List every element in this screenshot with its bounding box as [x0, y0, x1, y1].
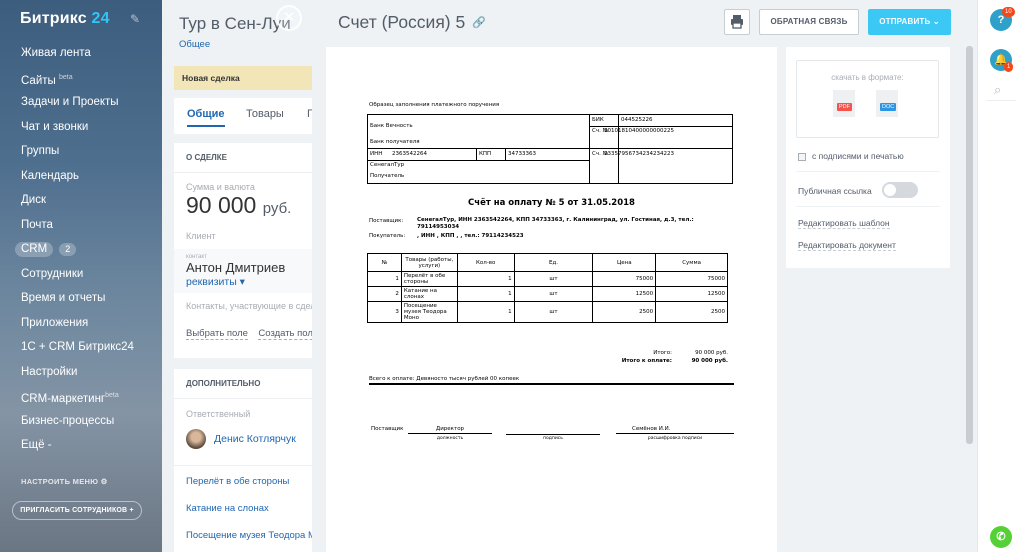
invoice-slider: Счет (Россия) 5 🔗 ОБРАТНАЯ СВЯЗЬ ОТПРАВИ… [312, 0, 977, 552]
document-options: скачать в формате: PDF DOC с подписями и… [786, 47, 950, 268]
bank-details-table: Банк Вечность Банк получателя БИК 044525… [367, 114, 733, 184]
notification-badge: 1 [1004, 62, 1014, 72]
print-button[interactable] [724, 9, 750, 35]
deal-stage[interactable]: Новая сделка [174, 66, 322, 90]
sidebar-item-mail[interactable]: Почта [0, 213, 162, 238]
requisites-link[interactable]: реквизиты ▾ [186, 276, 322, 288]
send-button[interactable]: ОТПРАВИТЬ ⌄ [868, 9, 951, 35]
sidebar-item-disk[interactable]: Диск [0, 188, 162, 213]
crm-count-badge: 2 [59, 243, 77, 256]
divider [369, 383, 734, 385]
sidebar-item-crm-marketing[interactable]: CRM-маркетингbeta [0, 384, 162, 409]
amount-in-words: Всего к оплате: Девяносто тысяч рублей 0… [369, 376, 520, 382]
pdf-download-icon[interactable]: PDF [833, 90, 855, 117]
pencil-icon[interactable]: ✎ [130, 12, 140, 26]
doc-download-icon[interactable]: DOC [876, 90, 898, 117]
product-link-1[interactable]: Перелёт в обе стороны [174, 466, 322, 487]
product-link-3[interactable]: Посещение музея Теодора М [174, 514, 322, 541]
table-row: 1 Перелёт в обе стороны 1 шт 75000 75000 [367, 271, 728, 287]
sidebar-item-settings[interactable]: Настройки [0, 360, 162, 385]
signer-name: Семёнов И.И. [616, 426, 734, 434]
chevron-down-icon: ⌄ [932, 17, 940, 26]
sidebar-menu: Живая лента Сайты beta Задачи и Проекты … [0, 41, 162, 458]
document-title: Счет (Россия) 5 [338, 12, 466, 32]
signatures-checkbox-row[interactable]: с подписями и печатью [798, 151, 904, 161]
sidebar-item-feed[interactable]: Живая лента [0, 41, 162, 66]
sidebar-item-apps[interactable]: Приложения [0, 311, 162, 336]
invite-employees-button[interactable]: ПРИГЛАСИТЬ СОТРУДНИКОВ + [12, 501, 142, 520]
right-toolbar: ? 10 🔔 1 ⌕ ✆ [977, 0, 1023, 552]
buyer-details: , ИНН , КПП , , тел.: 79114234523 [417, 233, 524, 239]
close-icon: ✕ [282, 9, 296, 26]
sidebar-item-calendar[interactable]: Календарь [0, 164, 162, 189]
tab-products[interactable]: Товары [246, 108, 284, 120]
total-pay-value: 90 000 руб. [691, 358, 728, 364]
items-table: № Товары (работы, услуги) Кол-во Ед. Цен… [367, 253, 728, 323]
deal-title: Тур в Сен-Луи [179, 14, 291, 33]
client-label: Клиент [186, 231, 216, 241]
sidebar-item-bizproc[interactable]: Бизнес-процессы [0, 409, 162, 434]
phone-icon[interactable]: ✆ [990, 526, 1012, 548]
sidebar-item-sites[interactable]: Сайты beta [0, 66, 162, 91]
search-icon[interactable]: ⌕ [994, 82, 1001, 98]
sidebar-item-crm[interactable]: CRM 2 [0, 237, 162, 262]
gear-icon: ⚙ [100, 477, 108, 486]
deal-extra-card: ДОПОЛНИТЕЛЬНО Ответственный Денис Котляр… [174, 369, 322, 552]
sidebar-item-groups[interactable]: Группы [0, 139, 162, 164]
sidebar-item-1c[interactable]: 1С + CRM Битрикс24 [0, 335, 162, 360]
feedback-button[interactable]: ОБРАТНАЯ СВЯЗЬ [759, 9, 859, 35]
responsible-user[interactable]: Денис Котлярчук [174, 419, 322, 459]
left-sidebar: Битрикс 24 ✎ Живая лента Сайты beta Зада… [0, 0, 162, 552]
participants-label: Контакты, участвующие в сделке [186, 301, 322, 311]
sum-value: 90 000 руб. [186, 192, 292, 218]
responsible-label: Ответственный [186, 409, 251, 419]
sample-caption: Образец заполнения платежного поручения [369, 102, 500, 108]
items-table-header: № Товары (работы, услуги) Кол-во Ед. Цен… [367, 253, 728, 272]
scrollbar[interactable] [966, 46, 973, 444]
total-value: 90 000 руб. [695, 350, 728, 356]
deal-tabs: Общие Товары Г [174, 98, 322, 134]
bik-value: 044525226 [621, 117, 653, 123]
about-header: О СДЕЛКЕ [174, 143, 322, 173]
setup-menu-button[interactable]: НАСТРОИТЬ МЕНЮ ⚙ [21, 477, 108, 486]
public-link-label: Публичная ссылка [798, 186, 872, 196]
signatures-checkbox[interactable] [798, 152, 806, 161]
printer-icon [731, 15, 743, 29]
field-actions: Выбрать поле Создать поле [174, 311, 322, 341]
logo-text: Битрикс [20, 10, 87, 27]
table-row: 2 Катание на слонах 1 шт 12500 12500 [367, 286, 728, 302]
invoice-document: Образец заполнения платежного поручения … [326, 47, 777, 552]
close-slider-button[interactable]: ✕ [276, 5, 302, 31]
download-caption: скачать в формате: [831, 73, 904, 82]
public-link-toggle[interactable] [882, 182, 918, 198]
download-box: скачать в формате: PDF DOC [796, 60, 939, 138]
logo-number: 24 [91, 10, 110, 27]
edit-document-link[interactable]: Редактировать документ [798, 240, 896, 251]
logo[interactable]: Битрикс 24 [20, 10, 110, 28]
sidebar-item-employees[interactable]: Сотрудники [0, 262, 162, 287]
extra-header: ДОПОЛНИТЕЛЬНО [174, 369, 322, 399]
sum-label: Сумма и валюта [186, 182, 255, 192]
deal-card-background: Тур в Сен-Луи Общее Новая сделка Общие Т… [162, 0, 322, 552]
deal-about-card: О СДЕЛКЕ Сумма и валюта 90 000 руб. Клие… [174, 143, 322, 358]
supplier-details: СенегалТур, ИНН 2363542264, КПП 34733363… [417, 217, 694, 230]
help-badge: 10 [1002, 7, 1015, 17]
sidebar-item-time[interactable]: Время и отчеты [0, 286, 162, 311]
sidebar-item-chat[interactable]: Чат и звонки [0, 115, 162, 140]
invoice-title: Счёт на оплату № 5 от 31.05.2018 [468, 198, 635, 208]
deal-category[interactable]: Общее [179, 39, 210, 50]
tab-general[interactable]: Общие [187, 108, 225, 127]
link-icon[interactable]: 🔗 [472, 16, 486, 29]
sidebar-item-tasks[interactable]: Задачи и Проекты [0, 90, 162, 115]
create-field-link[interactable]: Создать поле [258, 328, 319, 340]
client-box: контакт Антон Дмитриев реквизиты ▾ [174, 249, 322, 293]
edit-template-link[interactable]: Редактировать шаблон [798, 218, 890, 229]
table-row: 3 Посещение музея Теодора Моно 1 шт 2500… [367, 301, 728, 323]
choose-field-link[interactable]: Выбрать поле [186, 328, 248, 340]
bank-name: Банк Вечность [370, 123, 413, 129]
contact-name[interactable]: Антон Дмитриев [186, 260, 322, 275]
avatar [186, 429, 206, 449]
sidebar-item-more[interactable]: Ещё - [0, 433, 162, 458]
product-link-2[interactable]: Катание на слонах [174, 487, 322, 514]
